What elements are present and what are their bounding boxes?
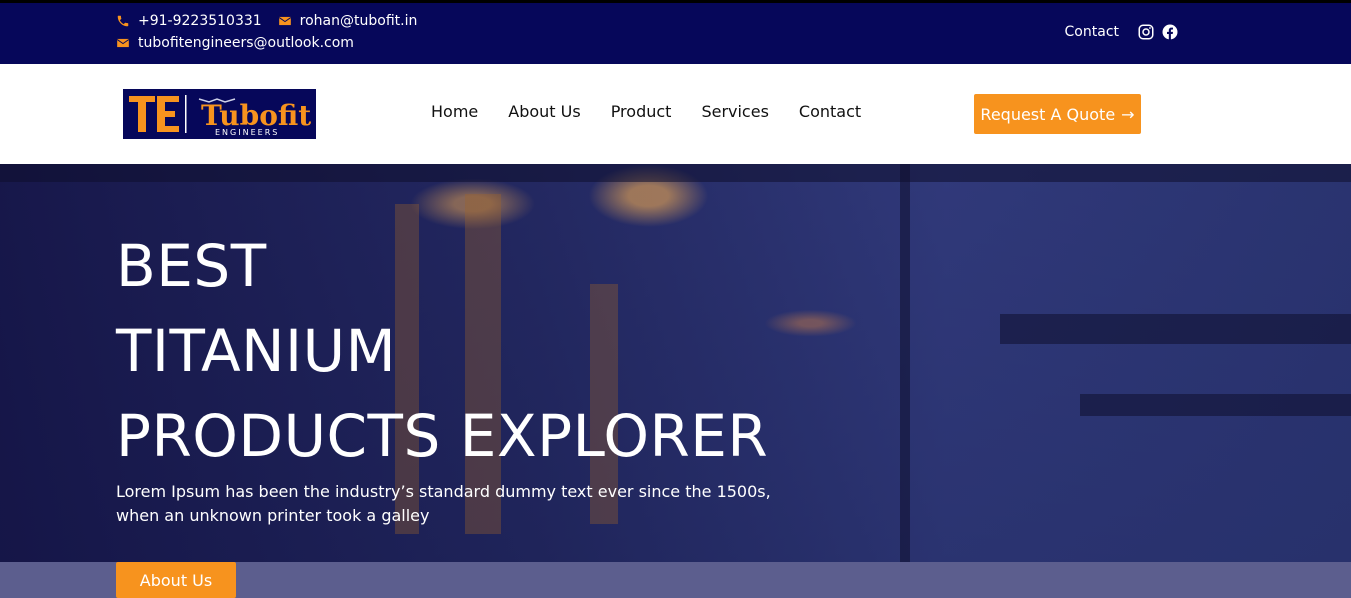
top-bar-contacts-row-2: tubofitengineers@outlook.com — [116, 35, 370, 51]
nav-item-product[interactable]: Product — [611, 102, 672, 121]
envelope-icon — [117, 38, 129, 48]
email-address-secondary: tubofitengineers@outlook.com — [138, 35, 354, 51]
top-bar-contacts-row-1: +91-9223510331 rohan@tubofit.in — [116, 13, 433, 29]
logo-sub-text: ENGINEERS — [215, 128, 279, 137]
nav-item-about-us[interactable]: About Us — [508, 102, 580, 121]
request-quote-button[interactable]: Request A Quote → — [974, 94, 1141, 134]
phone-link[interactable]: +91-9223510331 — [116, 13, 262, 29]
request-quote-label: Request A Quote — [980, 104, 1116, 124]
nav-item-contact[interactable]: Contact — [799, 102, 861, 121]
section-strip: About Us — [0, 562, 1351, 598]
arrow-right-icon: → — [1121, 104, 1135, 124]
phone-icon — [117, 15, 129, 27]
email-address-primary: rohan@tubofit.in — [299, 13, 418, 29]
email-link-secondary[interactable]: tubofitengineers@outlook.com — [116, 35, 354, 51]
main-nav: Home About Us Product Services Contact — [431, 102, 891, 121]
nav-item-services[interactable]: Services — [701, 102, 768, 121]
hero-banner: BEST TITANIUM PRODUCTS EXPLORER Lorem Ip… — [0, 164, 1351, 562]
hero-bg-girder — [900, 164, 910, 562]
top-bar-right: Contact — [1065, 23, 1179, 41]
hero-title-line-3: PRODUCTS EXPLORER — [116, 402, 769, 470]
instagram-icon[interactable] — [1137, 23, 1155, 41]
site-logo[interactable]: Tubofit ENGINEERS — [123, 89, 316, 139]
top-bar: +91-9223510331 rohan@tubofit.in tubofite… — [0, 0, 1351, 64]
hero-bg-girder — [1080, 394, 1351, 416]
email-link-primary[interactable]: rohan@tubofit.in — [278, 13, 418, 29]
hero-title-line-2: TITANIUM — [116, 317, 397, 385]
hero-description: Lorem Ipsum has been the industry’s stan… — [116, 482, 771, 525]
about-us-button[interactable]: About Us — [116, 562, 236, 598]
main-header: Tubofit ENGINEERS Home About Us Product … — [0, 64, 1351, 164]
hero-bg-girder — [0, 164, 1351, 182]
nav-item-home[interactable]: Home — [431, 102, 478, 121]
facebook-icon[interactable] — [1161, 23, 1179, 41]
envelope-icon — [278, 16, 291, 26]
logo-graphic: Tubofit ENGINEERS — [123, 89, 316, 139]
top-contact-link[interactable]: Contact — [1065, 24, 1119, 40]
hero-bg-girder — [1000, 314, 1351, 344]
phone-number: +91-9223510331 — [138, 13, 262, 29]
hero-title-line-1: BEST — [116, 232, 267, 300]
hero-title: BEST TITANIUM PRODUCTS EXPLORER — [116, 224, 768, 479]
